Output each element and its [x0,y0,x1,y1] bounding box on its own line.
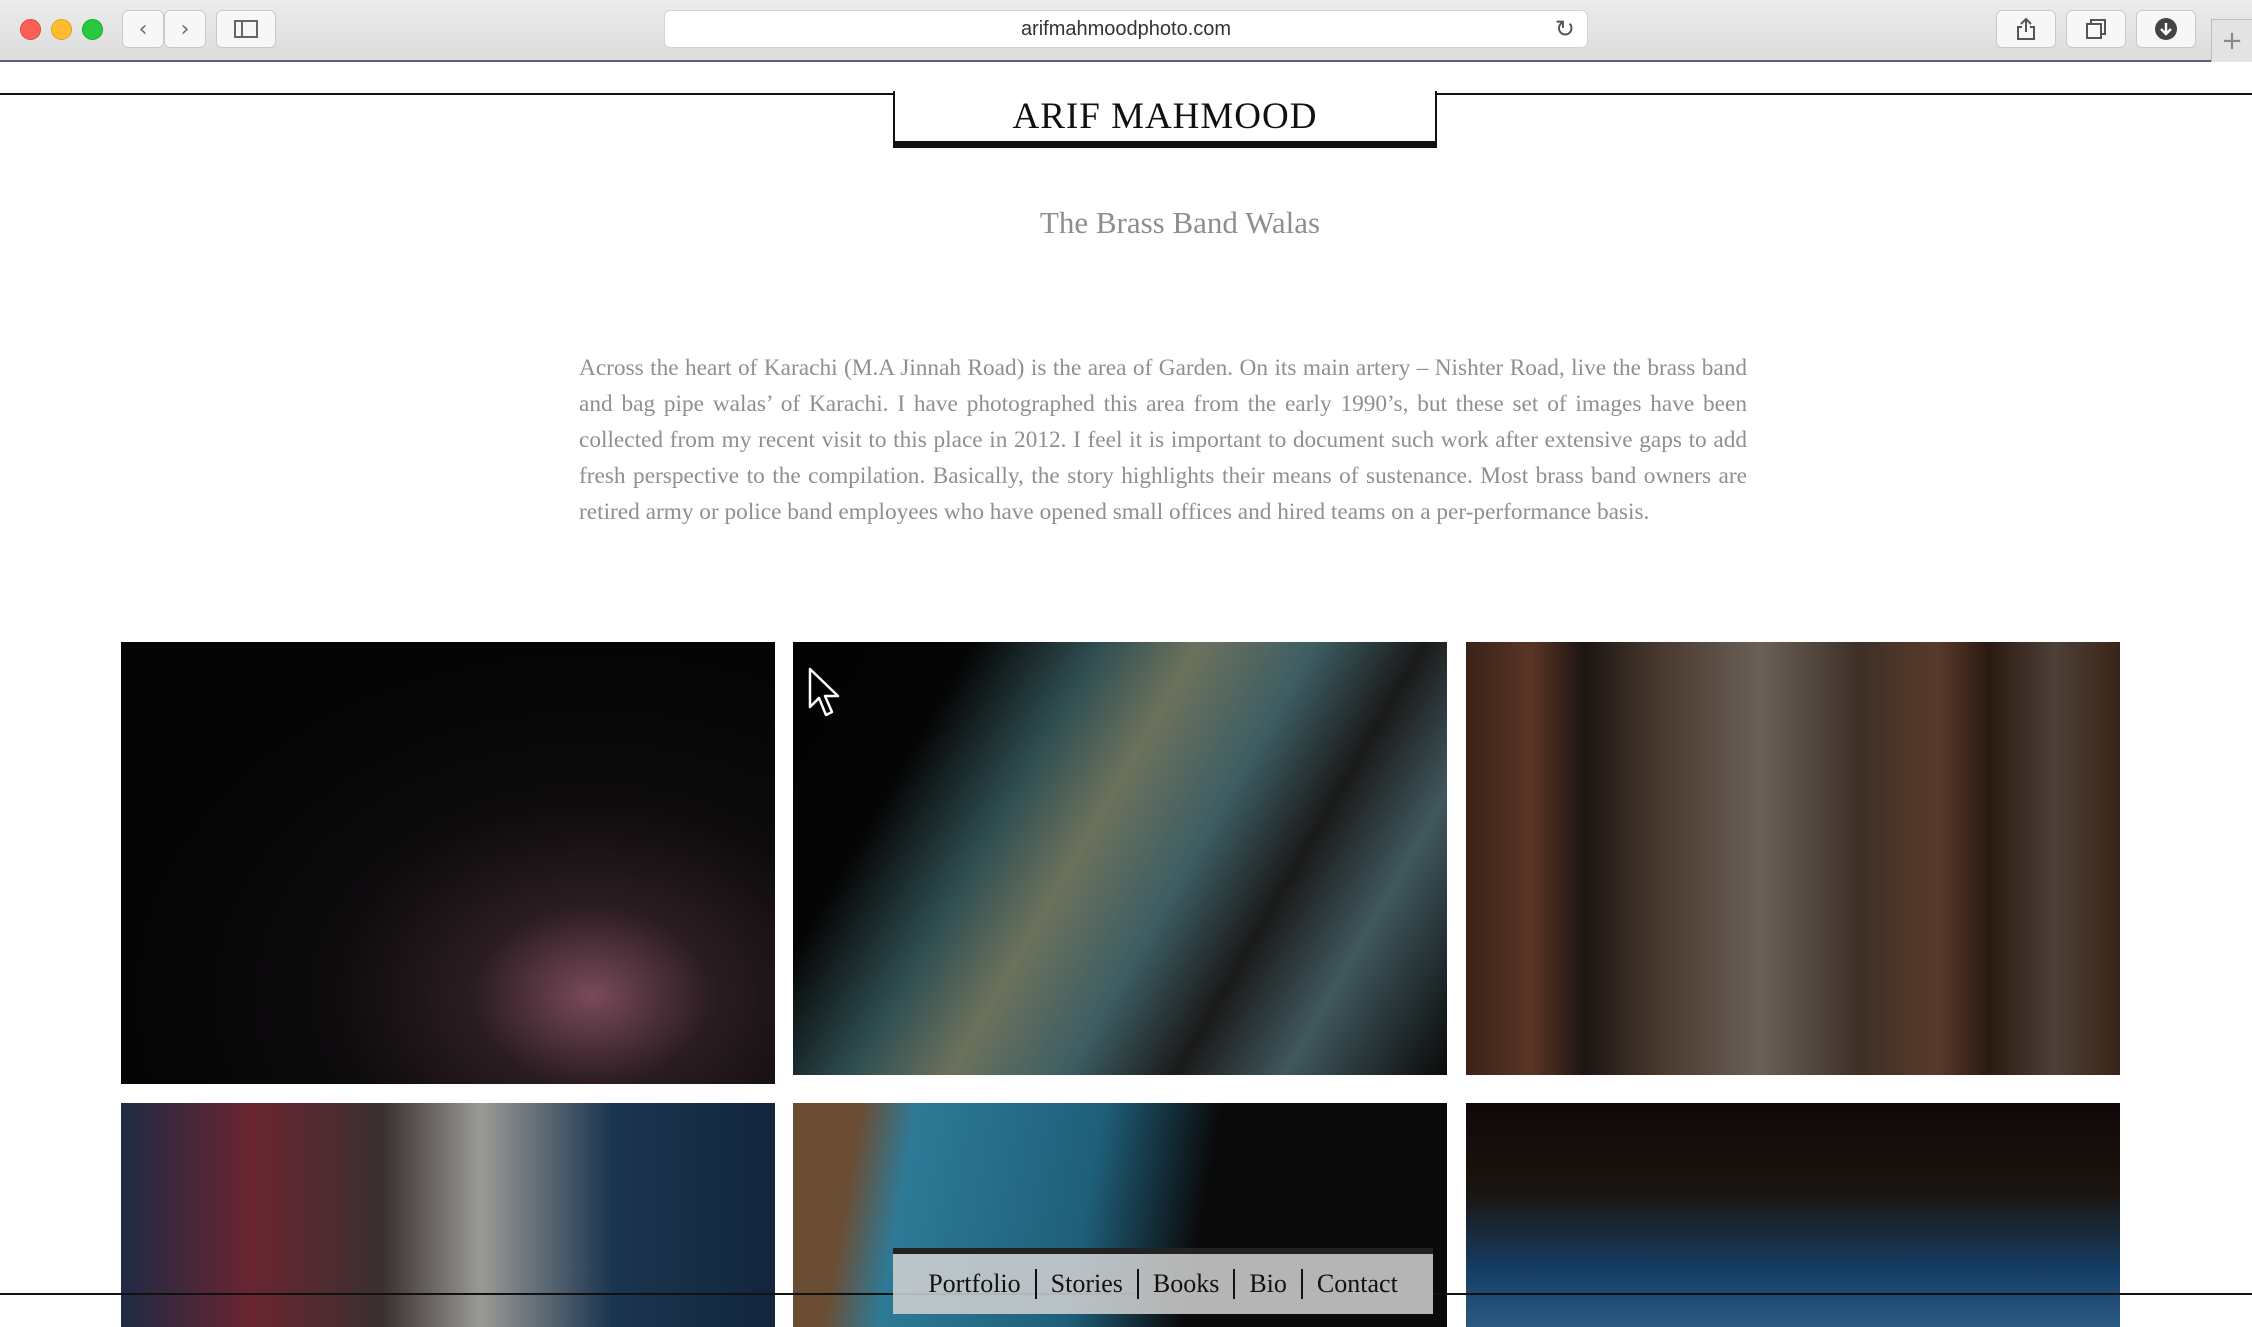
tab-overview-icon [2086,19,2106,39]
tab-overview-button[interactable] [2066,10,2126,48]
sidebar-button[interactable] [216,10,276,48]
site-logo[interactable]: ARIF MAHMOOD [893,91,1437,148]
forward-button[interactable]: › [164,10,206,48]
gallery-photo[interactable] [121,642,775,1084]
logo-text: ARIF MAHMOOD [1012,95,1318,137]
downloads-button[interactable] [2136,10,2196,48]
share-button[interactable] [1996,10,2056,48]
story-title: The Brass Band Walas [1039,205,1321,240]
plus-icon: + [2221,26,2243,56]
back-button[interactable]: ‹ [122,10,164,48]
mouse-cursor-icon [808,667,840,717]
download-icon [2155,18,2177,40]
browser-toolbar: ‹ › arifmahmoodphoto.com ↻ + [0,0,2252,62]
minimize-window-button[interactable] [51,19,72,40]
story-description: Across the heart of Karachi (M.A Jinnah … [579,355,1747,525]
new-tab-button[interactable]: + [2211,19,2252,62]
nav-stories[interactable]: Stories [1037,1269,1137,1299]
nav-portfolio[interactable]: Portfolio [914,1269,1034,1299]
nav-bio[interactable]: Bio [1235,1269,1301,1299]
bottom-nav: Portfolio Stories Books Bio Contact [893,1248,1433,1314]
close-window-button[interactable] [20,19,41,40]
chevron-left-icon: ‹ [138,16,148,42]
share-icon [2017,17,2035,40]
chevron-right-icon: › [180,16,190,42]
nav-books[interactable]: Books [1139,1269,1233,1299]
gallery-photo[interactable] [1466,642,2120,1075]
nav-contact[interactable]: Contact [1303,1269,1412,1299]
sidebar-icon [234,20,258,38]
address-bar[interactable]: arifmahmoodphoto.com ↻ [664,10,1588,48]
gallery-photo[interactable] [793,642,1447,1075]
zoom-window-button[interactable] [82,19,103,40]
reload-icon[interactable]: ↻ [1555,15,1575,43]
url-text: arifmahmoodphoto.com [1020,17,1232,40]
